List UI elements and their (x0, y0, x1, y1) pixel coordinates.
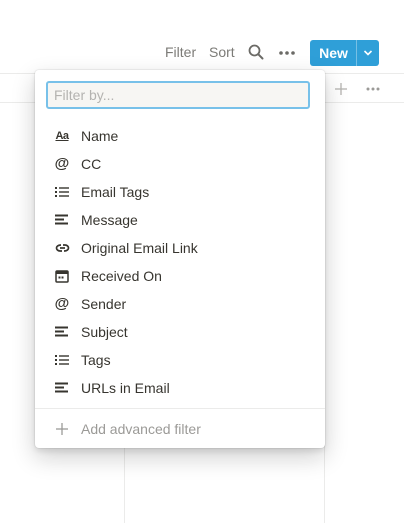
search-icon[interactable] (247, 43, 265, 61)
plus-icon (54, 421, 70, 437)
link-icon (54, 240, 70, 256)
filter-search-input[interactable] (46, 81, 310, 109)
text-lines-icon (54, 380, 70, 396)
property-item-tags[interactable]: Tags (35, 346, 325, 374)
property-label: Original Email Link (81, 240, 198, 256)
property-label: Tags (81, 352, 111, 368)
chevron-down-icon[interactable] (357, 40, 379, 66)
menu-divider (35, 408, 325, 409)
property-label: Email Tags (81, 184, 150, 200)
add-advanced-filter-button[interactable]: Add advanced filter (35, 416, 325, 442)
new-button[interactable]: New (310, 40, 379, 66)
property-item-name[interactable]: Aa Name (35, 122, 325, 150)
text-lines-icon (54, 324, 70, 340)
property-label: Received On (81, 268, 162, 284)
ellipsis-icon[interactable] (278, 44, 296, 62)
filter-button[interactable]: Filter (165, 44, 196, 60)
property-item-email-tags[interactable]: Email Tags (35, 178, 325, 206)
filter-menu: Aa Name @ CC Email Tags (35, 70, 325, 448)
list-icon (54, 184, 70, 200)
property-label: Subject (81, 324, 128, 340)
property-item-subject[interactable]: Subject (35, 318, 325, 346)
property-label: Name (81, 128, 119, 144)
view-toolbar: Filter Sort New (0, 40, 404, 66)
list-icon (54, 352, 70, 368)
property-item-received-on[interactable]: Received On (35, 262, 325, 290)
add-advanced-filter-label: Add advanced filter (81, 421, 201, 437)
ellipsis-icon[interactable] (365, 82, 381, 96)
property-list: Aa Name @ CC Email Tags Message Original… (35, 122, 325, 402)
property-label: Message (81, 212, 138, 228)
property-item-original-email-link[interactable]: Original Email Link (35, 234, 325, 262)
property-item-urls-in-email[interactable]: URLs in Email (35, 374, 325, 402)
add-property-icon[interactable] (334, 82, 348, 96)
sort-button[interactable]: Sort (209, 44, 235, 60)
at-sign-icon: @ (54, 155, 70, 172)
property-label: CC (81, 156, 102, 172)
property-item-cc[interactable]: @ CC (35, 150, 325, 178)
text-lines-icon (54, 212, 70, 228)
property-item-sender[interactable]: @ Sender (35, 290, 325, 318)
database-view: Filter Sort New Filter by... Aa Name @ C… (0, 0, 404, 523)
property-label: URLs in Email (81, 380, 170, 396)
property-label: Sender (81, 296, 127, 312)
text-aa-icon: Aa (55, 130, 69, 142)
new-button-label[interactable]: New (310, 40, 356, 66)
property-item-message[interactable]: Message (35, 206, 325, 234)
at-sign-icon: @ (54, 295, 70, 312)
calendar-icon (54, 268, 70, 284)
